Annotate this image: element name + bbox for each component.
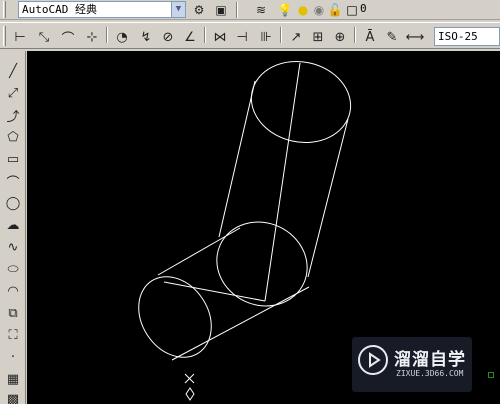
jogged-dim-icon[interactable]: ↯ [136, 27, 156, 47]
lower-cylinder-end-ellipse [138, 276, 212, 358]
chevron-down-icon[interactable]: ▼ [171, 2, 185, 17]
layer-on-icon[interactable]: 💡 [276, 1, 294, 19]
toolbar-separator [280, 27, 282, 43]
layer-manager-icon[interactable]: ≋ [252, 1, 270, 19]
angular-dim-icon[interactable]: ∠ [180, 27, 200, 47]
ordinate-dim-icon[interactable]: ⊹ [82, 27, 102, 47]
lower-cylinder-top-edge [157, 227, 241, 276]
layer-lock-icon[interactable]: 🔓 [326, 1, 344, 19]
watermark-url: ZIXUE.3D66.COM [396, 369, 464, 378]
spline-icon[interactable]: ∿ [3, 237, 23, 257]
revision-cloud-icon[interactable]: ☁ [3, 215, 23, 235]
upper-cylinder-left-edge [218, 80, 256, 238]
watermark-logo: 溜溜自学 ZIXUE.3D66.COM [352, 337, 472, 392]
make-block-icon[interactable]: ⛶ [3, 325, 23, 345]
toolbar-separator [204, 27, 206, 43]
toolbar-separator [106, 27, 108, 43]
ellipse-icon[interactable]: ⬭ [3, 259, 23, 279]
toolbar-separator [354, 27, 356, 43]
arc-icon[interactable]: ⌒ [3, 171, 23, 191]
workspace-selected: AutoCAD 经典 [22, 3, 97, 16]
dimension-update-icon[interactable]: ⟷ [405, 27, 425, 47]
arc-length-dim-icon[interactable]: ⌒ [58, 27, 78, 47]
dim-style-dropdown[interactable]: ISO-25 [434, 27, 500, 46]
play-logo-icon [358, 345, 388, 375]
snap-indicator-icon [488, 372, 494, 378]
ellipse-arc-icon[interactable]: ◠ [3, 281, 23, 301]
watermark-title: 溜溜自学 [394, 350, 466, 370]
lower-cylinder-seam [163, 281, 266, 302]
aligned-dim-icon[interactable]: ⤡ [34, 27, 54, 47]
hatch-icon[interactable]: ▦ [3, 369, 23, 389]
workspace-settings-icon[interactable]: ⚙ [190, 1, 208, 19]
circle-icon[interactable]: ◯ [3, 193, 23, 213]
lower-cylinder-bottom-edge [171, 286, 310, 361]
upper-cylinder-top-ellipse [250, 61, 352, 143]
toolbar-separator [236, 2, 238, 18]
workspace-save-icon[interactable]: ▣ [212, 1, 230, 19]
joint-ellipse [216, 221, 308, 307]
baseline-dim-icon[interactable]: ⊣ [232, 27, 252, 47]
rectangle-icon[interactable]: ▭ [3, 149, 23, 169]
line-icon[interactable]: ╱ [3, 61, 23, 81]
draw-toolbar: ╱ ⤢ ⤴ ⬠ ▭ ⌒ ◯ ☁ ∿ ⬭ ◠ ⧉ ⛶ · ▦ ▩ [0, 51, 26, 404]
polygon-icon[interactable]: ⬠ [3, 127, 23, 147]
autocad-window: AutoCAD 经典 ▼ ⚙ ▣ ≋ 💡 ● ◉ 🔓 □ 0 ⊢ ⤡ ⌒ ⊹ ◔… [0, 0, 500, 404]
point-icon[interactable]: · [3, 347, 23, 367]
quick-dim-icon[interactable]: ⋈ [210, 27, 230, 47]
insert-block-icon[interactable]: ⧉ [3, 303, 23, 323]
toolbar-grip[interactable] [3, 26, 6, 46]
construction-line-icon[interactable]: ⤢ [3, 83, 23, 103]
ucs-icon [184, 373, 195, 401]
workspace-dropdown[interactable]: AutoCAD 经典 ▼ [18, 1, 186, 18]
workspaces-layers-toolbar: AutoCAD 经典 ▼ ⚙ ▣ ≋ 💡 ● ◉ 🔓 □ 0 [0, 0, 500, 20]
linear-dim-icon[interactable]: ⊢ [10, 27, 30, 47]
upper-cylinder-seam [264, 62, 301, 302]
center-mark-icon[interactable]: ⊕ [330, 27, 350, 47]
diameter-dim-icon[interactable]: ⊘ [158, 27, 178, 47]
radius-dim-icon[interactable]: ◔ [112, 27, 132, 47]
dimension-text-edit-icon[interactable]: ✎ [382, 27, 402, 47]
dimension-edit-icon[interactable]: Ā [360, 27, 380, 47]
gradient-icon[interactable]: ▩ [3, 389, 23, 404]
layer-color-square-icon[interactable]: □ [343, 1, 361, 19]
layer-name[interactable]: 0 [360, 2, 367, 15]
tolerance-icon[interactable]: ⊞ [308, 27, 328, 47]
upper-cylinder-right-edge [307, 118, 349, 278]
polyline-icon[interactable]: ⤴ [3, 105, 23, 125]
dimension-toolbar: ⊢ ⤡ ⌒ ⊹ ◔ ↯ ⊘ ∠ ⋈ ⊣ ⊪ ↗ ⊞ ⊕ Ā ✎ ⟷ ISO-25 [0, 22, 500, 49]
quick-leader-icon[interactable]: ↗ [286, 27, 306, 47]
toolbar-grip[interactable] [3, 1, 6, 18]
continue-dim-icon[interactable]: ⊪ [256, 27, 276, 47]
